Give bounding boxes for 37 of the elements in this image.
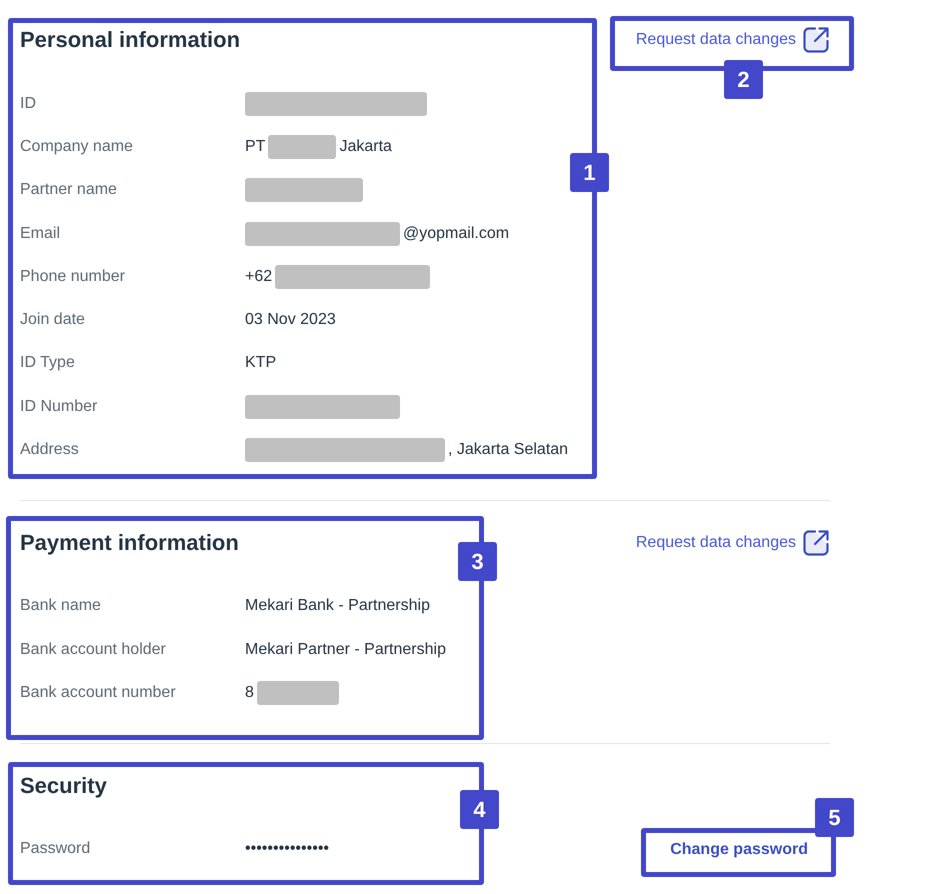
field-label: ID Type	[20, 354, 76, 372]
section-title: Security	[20, 772, 107, 800]
external-link-icon	[802, 26, 830, 54]
field-value: KTP	[245, 354, 276, 372]
field-label: Company name	[20, 138, 134, 156]
field-label: Email	[20, 224, 62, 243]
annotation-number: 3	[458, 542, 497, 581]
field-value: 03 Nov 2023	[245, 311, 336, 330]
field-value: 8	[245, 684, 254, 702]
redaction-bar	[268, 134, 336, 159]
field-label: Bank account number	[20, 684, 177, 702]
field-label: Phone number	[20, 268, 126, 286]
field-value: PT	[245, 138, 266, 156]
annotation-number: 1	[570, 153, 609, 192]
section-title: Payment information	[20, 528, 239, 557]
annotation-number: 5	[815, 798, 854, 837]
field-label: Bank account holder	[20, 640, 167, 659]
field-label: ID	[20, 94, 37, 113]
field-value: , Jakarta Selatan	[448, 441, 568, 460]
annotation-number: 4	[460, 790, 499, 829]
field-value: Mekari Partner - Partnership	[245, 640, 446, 659]
field-label: Bank name	[20, 597, 102, 616]
field-label: Partner name	[20, 181, 118, 200]
field-label: Password	[20, 840, 92, 858]
field-value: Jakarta	[339, 138, 392, 156]
field-value: •••••••••••••••	[245, 840, 330, 858]
external-link-icon	[802, 528, 830, 557]
section-title: Personal information	[20, 26, 240, 54]
field-label: ID Number	[20, 398, 98, 416]
field-value: @yopmail.com	[403, 224, 510, 243]
request-changes-link[interactable]: Request data changes	[636, 26, 830, 54]
field-value: +62	[245, 268, 272, 286]
field-value: Mekari Bank - Partnership	[245, 597, 430, 616]
request-changes-link[interactable]: Request data changes	[636, 528, 830, 557]
field-label: Address	[20, 441, 80, 460]
field-label: Join date	[20, 311, 86, 330]
annotation-number: 2	[724, 60, 763, 99]
